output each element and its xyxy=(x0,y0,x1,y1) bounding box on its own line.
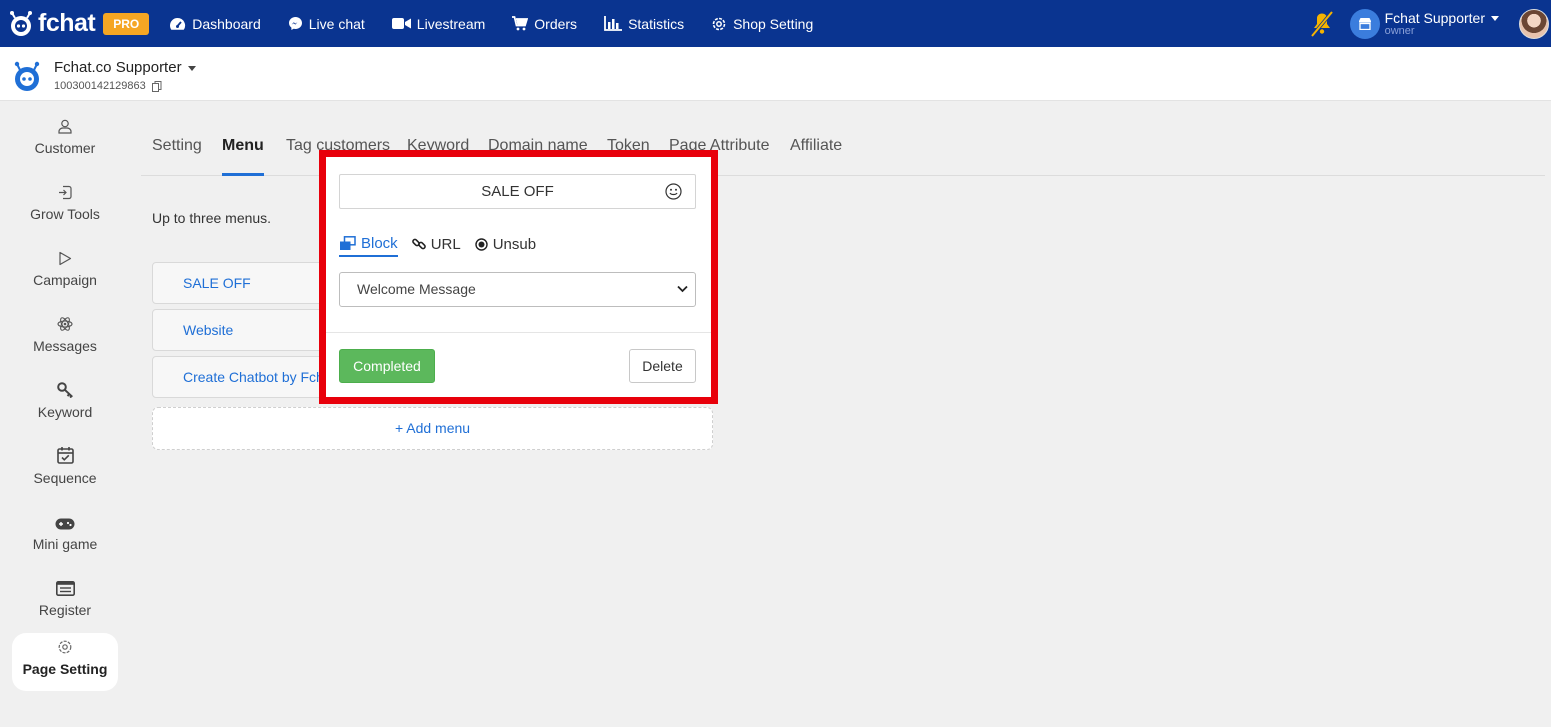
sidebar-item-label: Mini game xyxy=(32,536,98,552)
nav-livestream-label: Livestream xyxy=(416,15,486,32)
top-navbar: fchat PRO Dashboard Live chat Livestream… xyxy=(0,0,1551,47)
gamepad-icon xyxy=(55,518,75,530)
sidebar-item-sequence[interactable]: Sequence xyxy=(12,442,118,500)
menu-limit-hint: Up to three menus. xyxy=(152,210,272,226)
menu-item-label: SALE OFF xyxy=(183,275,251,291)
sidebar-item-label: Messages xyxy=(33,338,97,354)
sidebar-item-label: Campaign xyxy=(33,272,97,288)
atom-icon xyxy=(57,317,73,331)
divider xyxy=(326,332,711,333)
caret-down-icon xyxy=(187,65,196,71)
nav-dashboard[interactable]: Dashboard xyxy=(169,0,261,47)
menu-item-label: Website xyxy=(183,322,234,338)
nav-statistics[interactable]: Statistics xyxy=(604,0,684,47)
profile-photo[interactable] xyxy=(1519,8,1549,39)
page-selector[interactable]: Fchat.co Supporter xyxy=(54,59,196,76)
completed-button[interactable]: Completed xyxy=(339,349,435,383)
type-url-option[interactable]: URL xyxy=(411,231,461,257)
nav-shop-setting-label: Shop Setting xyxy=(733,15,814,32)
gear-icon xyxy=(712,17,726,30)
type-block-option[interactable]: Block xyxy=(339,231,398,257)
sidebar-item-grow-tools[interactable]: Grow Tools xyxy=(12,178,118,236)
nav-statistics-label: Statistics xyxy=(628,15,685,32)
user-menu[interactable]: Fchat Supporter owner xyxy=(1349,8,1499,39)
sidebar-item-label: Grow Tools xyxy=(30,206,100,222)
sidebar-item-customer[interactable]: Customer xyxy=(12,112,118,170)
gear-icon xyxy=(58,640,72,654)
bar-chart-icon xyxy=(604,16,623,31)
menu-item[interactable]: SALE OFF xyxy=(152,262,332,304)
menu-title-input[interactable]: SALE OFF xyxy=(339,174,696,209)
sidebar-item-keyword[interactable]: Keyword xyxy=(12,376,118,434)
pro-badge: PRO xyxy=(103,12,150,35)
type-url-label: URL xyxy=(430,235,461,253)
menu-item[interactable]: Create Chatbot by Fchat xyxy=(152,356,336,398)
nav-live-chat[interactable]: Live chat xyxy=(288,0,365,47)
robot-logo-icon xyxy=(10,10,32,36)
store-icon xyxy=(1358,18,1371,30)
calendar-check-icon xyxy=(56,447,74,464)
tab-affiliate[interactable]: Affiliate xyxy=(790,137,842,176)
key-icon xyxy=(56,382,73,398)
block-icon xyxy=(340,235,356,250)
sidebar-item-mini-game[interactable]: Mini game xyxy=(12,508,118,566)
sidebar-item-campaign[interactable]: Campaign xyxy=(12,244,118,302)
page-id: 100300142129863 xyxy=(54,80,146,92)
page-robot-icon xyxy=(14,61,40,91)
fchat-logo[interactable]: fchat xyxy=(6,9,96,39)
emoji-icon[interactable] xyxy=(665,183,682,200)
sidebar-item-label: Sequence xyxy=(33,470,97,486)
sidebar-item-label: Page Setting xyxy=(22,661,108,677)
page-name: Fchat.co Supporter xyxy=(54,59,182,76)
copy-icon[interactable] xyxy=(151,80,162,92)
video-icon xyxy=(391,18,411,29)
block-select-value: Welcome Message xyxy=(357,281,476,297)
notification-muted-icon[interactable] xyxy=(1308,10,1336,38)
nav-shop-setting[interactable]: Shop Setting xyxy=(711,0,813,47)
play-icon xyxy=(59,251,72,266)
user-icon xyxy=(58,119,72,134)
shop-avatar xyxy=(1349,8,1380,39)
tab-menu[interactable]: Menu xyxy=(222,137,264,176)
caret-down-icon xyxy=(1491,16,1499,22)
nav-orders[interactable]: Orders xyxy=(512,0,577,47)
menu-item-label: Create Chatbot by Fchat xyxy=(183,369,336,385)
add-menu-button[interactable]: + Add menu xyxy=(152,407,713,450)
nav-dashboard-label: Dashboard xyxy=(192,15,261,32)
sidebar-item-page-setting[interactable]: Page Setting xyxy=(12,633,118,691)
dashboard-icon xyxy=(170,17,186,30)
tab-setting[interactable]: Setting xyxy=(152,137,202,176)
menu-item[interactable]: Website xyxy=(152,309,332,351)
menu-title-value: SALE OFF xyxy=(481,183,554,200)
cart-icon xyxy=(512,16,529,31)
delete-button[interactable]: Delete xyxy=(629,349,696,383)
list-icon xyxy=(55,581,75,596)
nav-livestream[interactable]: Livestream xyxy=(391,0,486,47)
page-header: Fchat.co Supporter 100300142129863 xyxy=(0,47,1551,101)
login-icon xyxy=(58,185,72,200)
type-block-label: Block xyxy=(361,234,398,252)
sidebar-item-register[interactable]: Register xyxy=(12,574,118,632)
messenger-icon xyxy=(288,17,302,30)
type-unsub-option[interactable]: Unsub xyxy=(475,231,536,257)
user-name: Fchat Supporter xyxy=(1384,9,1485,26)
sidebar-item-label: Customer xyxy=(34,140,96,156)
sidebar-item-messages[interactable]: Messages xyxy=(12,310,118,368)
block-select[interactable]: Welcome Message xyxy=(339,272,696,307)
link-icon xyxy=(411,238,426,250)
nav-live-chat-label: Live chat xyxy=(308,15,365,32)
nav-orders-label: Orders xyxy=(534,15,578,32)
sidebar-item-label: Register xyxy=(38,602,92,618)
user-role: owner xyxy=(1384,24,1415,37)
radio-icon xyxy=(475,237,488,251)
type-unsub-label: Unsub xyxy=(492,235,537,253)
logo-text: fchat xyxy=(38,9,96,37)
chevron-down-icon xyxy=(677,285,688,293)
menu-edit-popup: SALE OFF Block URL Unsub Welcome Message… xyxy=(319,150,718,404)
sidebar-item-label: Keyword xyxy=(37,404,93,420)
